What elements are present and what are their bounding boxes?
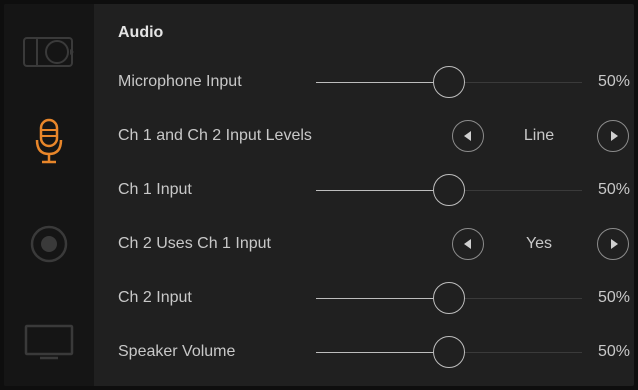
sidebar-item-audio[interactable] (4, 114, 94, 174)
arrow-right-icon (610, 131, 618, 141)
camera-icon (23, 36, 75, 73)
sidebar-item-record[interactable] (4, 216, 94, 276)
sidebar (4, 4, 94, 386)
setting-value: 50% (597, 289, 630, 306)
next-option-button[interactable] (597, 120, 629, 152)
setting-value: 50% (597, 343, 630, 360)
sidebar-item-camera[interactable] (4, 24, 94, 84)
setting-row-speaker-volume: Speaker Volume 50% (94, 326, 634, 378)
setting-row-ch2-input: Ch 2 Input 50% (94, 272, 634, 324)
next-option-button[interactable] (597, 228, 629, 260)
speaker-volume-slider[interactable] (316, 336, 582, 368)
setting-value: Line (523, 127, 555, 144)
setting-value: Yes (525, 235, 553, 252)
slider-thumb[interactable] (433, 336, 465, 368)
setting-row-ch2-uses-ch1: Ch 2 Uses Ch 1 Input Yes (94, 218, 634, 270)
microphone-input-slider[interactable] (316, 66, 582, 98)
sidebar-item-monitor[interactable] (4, 314, 94, 374)
setting-value: 50% (597, 181, 630, 198)
slider-fill (316, 82, 449, 83)
arrow-left-icon (463, 131, 471, 141)
ch2-input-slider[interactable] (316, 282, 582, 314)
setting-value: 50% (597, 73, 630, 90)
previous-option-button[interactable] (452, 228, 484, 260)
previous-option-button[interactable] (452, 120, 484, 152)
setting-row-ch1-input: Ch 1 Input 50% (94, 164, 634, 216)
setting-label: Speaker Volume (118, 343, 236, 360)
record-icon (29, 224, 69, 269)
camera-menu-screen: Audio Microphone Input 50% Ch 1 and Ch 2… (4, 4, 634, 386)
page-title: Audio (118, 24, 164, 41)
setting-label: Ch 2 Input (118, 289, 192, 306)
ch1-input-slider[interactable] (316, 174, 582, 206)
microphone-icon (34, 118, 64, 171)
slider-fill (316, 298, 449, 299)
slider-thumb[interactable] (433, 282, 465, 314)
setting-label: Ch 1 Input (118, 181, 192, 198)
setting-label: Microphone Input (118, 73, 242, 90)
arrow-left-icon (463, 239, 471, 249)
setting-row-input-levels: Ch 1 and Ch 2 Input Levels Line (94, 110, 634, 162)
monitor-icon (24, 324, 74, 365)
audio-settings-panel: Audio Microphone Input 50% Ch 1 and Ch 2… (94, 4, 634, 386)
slider-fill (316, 190, 449, 191)
slider-thumb[interactable] (433, 174, 465, 206)
slider-thumb[interactable] (433, 66, 465, 98)
setting-row-microphone-input: Microphone Input 50% (94, 56, 634, 108)
setting-label: Ch 2 Uses Ch 1 Input (118, 235, 271, 252)
slider-fill (316, 352, 449, 353)
setting-label: Ch 1 and Ch 2 Input Levels (118, 127, 312, 144)
arrow-right-icon (610, 239, 618, 249)
